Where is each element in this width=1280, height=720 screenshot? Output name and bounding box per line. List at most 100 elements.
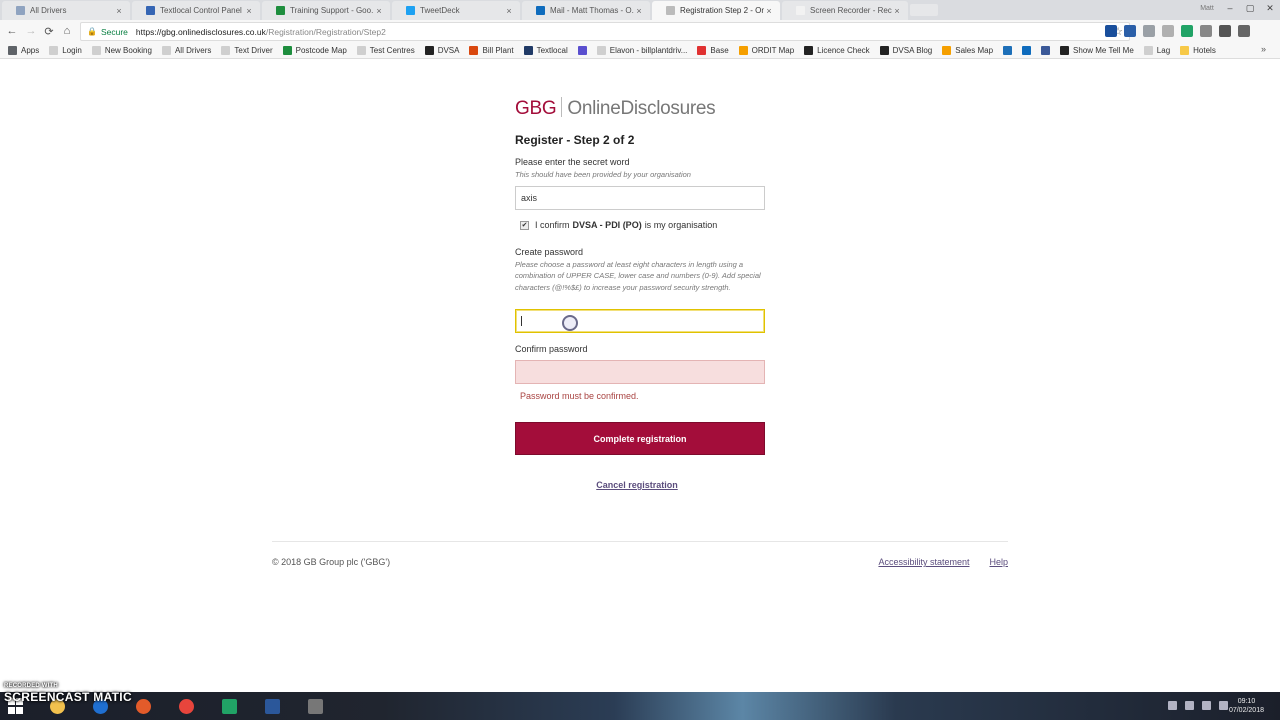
close-icon[interactable]: × (764, 6, 774, 16)
tab-screen-recorder[interactable]: Screen Recorder - Recor... × (782, 1, 908, 20)
bookmark-label: New Booking (104, 46, 152, 55)
bookmark-item[interactable]: Sales Map (942, 46, 993, 55)
confirm-password-label: Confirm password (515, 344, 588, 354)
volume-icon[interactable] (1202, 701, 1211, 710)
bookmark-item[interactable]: Postcode Map (282, 46, 347, 55)
bookmark-label: Textlocal (536, 46, 568, 55)
system-tray (1168, 701, 1228, 710)
system-clock[interactable]: 09:10 07/02/2018 (1229, 697, 1264, 715)
tab-title: Screen Recorder - Recor... (810, 6, 892, 15)
complete-registration-button[interactable]: Complete registration (515, 422, 765, 455)
tab-training-support[interactable]: Training Support - Goo... × (262, 1, 390, 20)
password-input[interactable] (515, 309, 765, 333)
extension-icon[interactable] (1238, 25, 1250, 37)
secret-word-input[interactable]: axis (515, 186, 765, 210)
extension-icon[interactable] (1181, 25, 1193, 37)
bookmark-item[interactable]: Test Centres (356, 46, 415, 55)
secret-word-label: Please enter the secret word (515, 157, 630, 167)
address-bar[interactable]: 🔒 Secure https://gbg.onlinedisclosures.c… (80, 22, 1130, 41)
help-link[interactable]: Help (989, 557, 1008, 567)
bookmark-icon (91, 46, 101, 55)
bookmark-item[interactable]: New Booking (91, 46, 152, 55)
flag-icon[interactable] (1168, 701, 1177, 710)
extension-icon[interactable] (1105, 25, 1117, 37)
close-icon[interactable]: × (374, 6, 384, 16)
bookmark-icon (1180, 46, 1190, 55)
bookmark-icon (697, 46, 707, 55)
page-title: Register - Step 2 of 2 (515, 133, 635, 147)
bookmark-item[interactable]: DVSA Blog (879, 46, 932, 55)
bookmark-label: Lag (1156, 46, 1171, 55)
bookmark-icon (523, 46, 533, 55)
bookmark-item[interactable]: All Drivers (161, 46, 211, 55)
battery-icon[interactable] (1219, 701, 1228, 710)
word-taskbar-button[interactable] (259, 695, 285, 717)
accessibility-statement-link[interactable]: Accessibility statement (878, 557, 969, 567)
reload-button[interactable]: ⟳ (42, 24, 56, 38)
bookmark-icon (942, 46, 952, 55)
confirm-organisation: ✔ I confirm DVSA - PDI (PO) is my organi… (515, 220, 717, 230)
tab-registration-step-2[interactable]: Registration Step 2 - On... × (652, 1, 780, 20)
bookmark-icon (424, 46, 434, 55)
lock-icon: 🔒 (87, 27, 97, 36)
bookmark-item[interactable] (1041, 46, 1054, 55)
clock-date: 07/02/2018 (1228, 707, 1264, 714)
bookmark-item[interactable]: Show Me Tell Me (1060, 46, 1134, 55)
new-tab-button[interactable] (910, 4, 938, 16)
close-icon[interactable]: × (892, 6, 902, 16)
bookmark-item[interactable]: Login (49, 46, 82, 55)
tool-taskbar-button[interactable] (302, 695, 328, 717)
close-window-button[interactable]: ✕ (1260, 0, 1280, 16)
chrome-taskbar-button[interactable] (173, 695, 199, 717)
bookmark-item[interactable]: Elavon - billplantdriv... (596, 46, 687, 55)
url-path: /Registration/Registration/Step2 (265, 26, 386, 37)
screencast-watermark: RECORDED WITH SCREENCAST MATIC (4, 683, 132, 704)
maximize-button[interactable]: ▢ (1240, 0, 1260, 16)
bookmark-item[interactable] (1003, 46, 1016, 55)
minimize-button[interactable]: – (1220, 0, 1240, 16)
bookmark-item[interactable]: Bill Plant (469, 46, 514, 55)
bookmark-icon (282, 46, 292, 55)
screencast-icon (135, 698, 151, 714)
close-icon[interactable]: × (504, 6, 514, 16)
bookmark-item[interactable]: Textlocal (523, 46, 568, 55)
bookmark-item[interactable]: DVSA (424, 46, 459, 55)
extension-icon[interactable] (1124, 25, 1136, 37)
cancel-registration-link[interactable]: Cancel registration (515, 480, 759, 490)
bookmark-item[interactable]: Apps (8, 46, 39, 55)
extension-icon[interactable] (1219, 25, 1231, 37)
bookmark-item[interactable]: Text Driver (221, 46, 273, 55)
window-controls: Matt – ▢ ✕ (1194, 0, 1280, 16)
bookmark-item[interactable]: ORDIT Map (738, 46, 795, 55)
confirm-organisation-checkbox[interactable]: ✔ (520, 220, 529, 230)
profile-button[interactable]: Matt (1194, 0, 1220, 16)
home-button[interactable]: ⌂ (60, 24, 74, 38)
bookmark-item[interactable]: Lag (1143, 46, 1171, 55)
tab-tweetdeck[interactable]: TweetDeck × (392, 1, 520, 20)
confirm-password-input[interactable] (515, 360, 765, 384)
bookmark-label: ORDIT Map (751, 46, 795, 55)
excel-taskbar-button[interactable] (216, 695, 242, 717)
screencast-taskbar-button[interactable] (130, 695, 156, 717)
close-icon[interactable]: × (244, 6, 254, 16)
bookmark-item[interactable]: Hotels (1180, 46, 1216, 55)
bookmarks-overflow-icon[interactable]: » (1261, 44, 1266, 54)
tab-all-drivers[interactable]: All Drivers × (2, 1, 130, 20)
bookmark-label: Postcode Map (295, 46, 347, 55)
bookmark-item[interactable]: Licence Check (804, 46, 870, 55)
extension-icon[interactable] (1200, 25, 1212, 37)
extension-icon[interactable] (1162, 25, 1174, 37)
bookmark-icon (356, 46, 366, 55)
forward-button[interactable]: → (24, 24, 38, 38)
bookmark-item[interactable] (577, 46, 591, 55)
word-icon (264, 698, 280, 714)
bookmark-item[interactable] (1022, 46, 1035, 55)
network-icon[interactable] (1185, 701, 1194, 710)
close-icon[interactable]: × (114, 6, 124, 16)
bookmark-item[interactable]: Base (697, 46, 729, 55)
tab-textlocal[interactable]: Textlocal Control Panel × (132, 1, 260, 20)
close-icon[interactable]: × (634, 6, 644, 16)
extension-icon[interactable] (1143, 25, 1155, 37)
back-button[interactable]: ← (5, 24, 19, 38)
tab-mail[interactable]: Mail - Matt Thomas - O... × (522, 1, 650, 20)
